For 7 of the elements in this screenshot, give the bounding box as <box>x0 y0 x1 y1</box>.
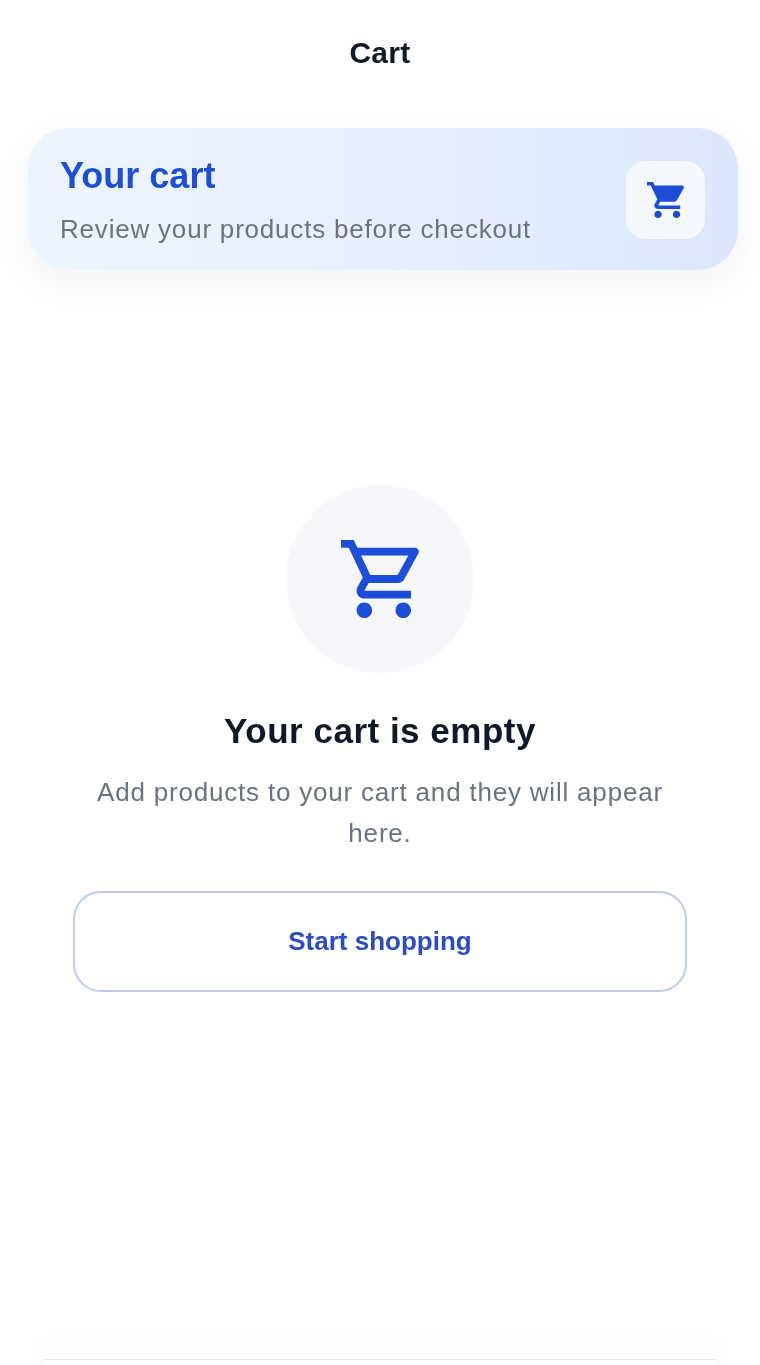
card-title: Your cart <box>60 155 217 197</box>
start-shopping-button[interactable]: Start shopping <box>73 891 687 992</box>
cart-icon <box>626 160 705 239</box>
page-title: Cart <box>349 35 411 71</box>
empty-message: Add products to your cart and they will appear here. <box>96 776 664 850</box>
card-subtitle: Review your products before checkout <box>60 214 532 244</box>
empty-title: Your cart is empty <box>224 710 536 752</box>
